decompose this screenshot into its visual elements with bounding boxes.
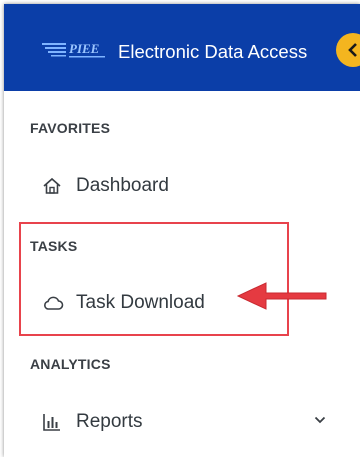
sidebar-item-reports[interactable]: Reports xyxy=(4,402,360,442)
arrow-left-annotation-icon xyxy=(236,282,327,310)
sidebar-nav: FAVORITES Dashboard TASKS Task Download … xyxy=(4,91,360,457)
chevron-down-icon[interactable] xyxy=(314,416,326,424)
bar-chart-icon xyxy=(43,414,60,431)
tasks-highlight-annotation xyxy=(19,222,289,336)
section-heading-analytics: ANALYTICS xyxy=(30,356,111,372)
svg-text:PIEE: PIEE xyxy=(69,41,100,56)
sidebar-item-label: Reports xyxy=(76,411,143,432)
sidebar-item-dashboard[interactable]: Dashboard xyxy=(4,166,360,206)
sidebar-toggle-button[interactable] xyxy=(336,33,360,67)
piee-logo: PIEE xyxy=(42,41,105,58)
chevron-left-icon xyxy=(348,43,357,57)
home-icon xyxy=(43,177,61,194)
sidebar-item-label: Dashboard xyxy=(76,175,169,196)
app-title: Electronic Data Access xyxy=(118,41,308,62)
app-header: PIEE Electronic Data Access xyxy=(4,4,360,91)
section-heading-favorites: FAVORITES xyxy=(30,120,111,136)
app-window: PIEE Electronic Data Access FAVORITES Da… xyxy=(4,4,360,457)
